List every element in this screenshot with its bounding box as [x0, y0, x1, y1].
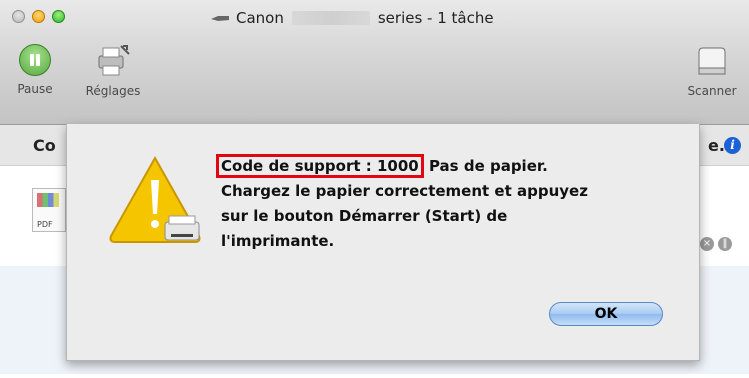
status-text-right: e. [708, 136, 725, 155]
pause-tool[interactable]: Pause [12, 44, 58, 96]
title-prefix: Canon [236, 9, 284, 27]
warning-triangle-icon [109, 155, 201, 243]
settings-tool[interactable]: Réglages [78, 44, 148, 98]
ok-button[interactable]: OK [549, 302, 663, 326]
settings-label: Réglages [85, 84, 141, 98]
message-line-4: l'imprimante. [221, 232, 335, 250]
message-line-1: Code de support : 1000 Pas de papier. [216, 154, 691, 179]
title-suffix: series - 1 tâche [377, 9, 494, 27]
close-window-button[interactable] [12, 10, 25, 23]
pause-icon[interactable] [19, 44, 51, 76]
scanner-icon[interactable] [695, 44, 729, 78]
message-line-2: Chargez le papier correctement et appuye… [221, 182, 588, 200]
titlebar: Canon series - 1 tâche Pause Réglages Sc… [0, 0, 749, 125]
scanner-tool[interactable]: Scanner [680, 44, 744, 98]
scanner-label: Scanner [687, 84, 737, 98]
minimize-window-button[interactable] [32, 10, 45, 23]
printer-settings-icon[interactable] [93, 44, 133, 78]
message-line-3: sur le bouton Démarrer (Start) de [221, 207, 508, 225]
pdf-document-icon: PDF [32, 188, 66, 232]
info-icon[interactable]: i [724, 137, 741, 154]
status-text-left: Co [33, 136, 56, 155]
delete-job-icon[interactable]: × [700, 237, 714, 251]
printer-glyph-icon [211, 16, 229, 21]
print-queue-window: Canon series - 1 tâche Pause Réglages Sc… [0, 0, 749, 374]
file-type-label: PDF [37, 220, 53, 229]
error-alert-sheet: Code de support : 1000 Pas de papier. Ch… [66, 124, 700, 361]
alert-message: Code de support : 1000 Pas de papier. Ch… [216, 154, 691, 254]
zoom-window-button[interactable] [52, 10, 65, 23]
message-line-1-rest: Pas de papier. [428, 157, 548, 175]
support-code-highlight: Code de support : 1000 [216, 154, 424, 178]
redacted-model-name [291, 11, 370, 25]
hold-job-icon[interactable]: ‖ [718, 237, 732, 251]
window-title: Canon series - 1 tâche [210, 8, 494, 28]
pause-label: Pause [17, 82, 53, 96]
